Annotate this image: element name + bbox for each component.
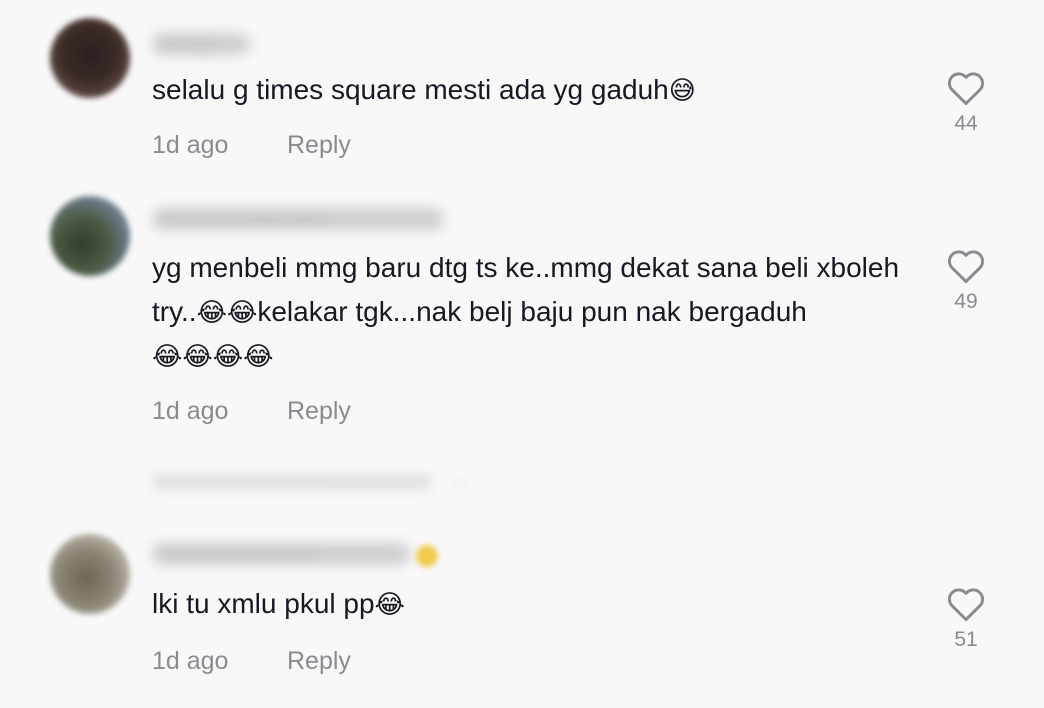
- avatar[interactable]: [50, 196, 130, 276]
- username[interactable]: bongy: [152, 33, 250, 55]
- comment-text: yg menbeli mmg baru dtg ts ke..mmg dekat…: [152, 246, 912, 378]
- like-count: 49: [954, 290, 978, 313]
- timestamp: 1d ago: [152, 131, 229, 159]
- comments-panel: bongy selalu g times square mesti ada yg…: [0, 0, 1044, 708]
- reply-button[interactable]: Reply: [287, 131, 351, 160]
- username-emoji-icon: [416, 545, 438, 567]
- timestamp: 1d ago: [152, 647, 229, 675]
- timestamp: 1d ago: [152, 397, 229, 425]
- like-control[interactable]: 51: [944, 586, 988, 652]
- avatar[interactable]: [50, 534, 130, 614]
- like-control[interactable]: 44: [944, 70, 988, 136]
- comment-text: selalu g times square mesti ada yg gaduh…: [152, 68, 912, 112]
- comment-meta: 1d ago Reply: [152, 397, 351, 426]
- comment-text-body: kelakar tgk...nak belj baju pun nak berg…: [257, 296, 807, 327]
- reply-button[interactable]: Reply: [287, 397, 351, 426]
- comment-text-body: selalu g times square mesti ada yg gaduh: [152, 74, 669, 105]
- heart-outline-icon[interactable]: [946, 586, 986, 622]
- sweat-smile-emoji-icon: 😅: [668, 75, 696, 105]
- avatar[interactable]: [50, 18, 130, 98]
- chevron-down-icon: ⌄: [452, 470, 468, 490]
- view-more-replies-label: View more replies (26): [156, 470, 326, 489]
- tears-of-joy-emoji-icon: 😂😂: [196, 297, 258, 327]
- username[interactable]: imamnuraliahalini: [152, 208, 444, 230]
- like-control[interactable]: 49: [944, 248, 988, 314]
- username[interactable]: f.azniwazirizwan: [152, 543, 410, 565]
- comment-meta: 1d ago Reply: [152, 131, 351, 160]
- heart-outline-icon[interactable]: [946, 70, 986, 106]
- view-more-replies-button[interactable]: View more replies (26) ⌄: [152, 470, 472, 496]
- tears-of-joy-emoji-icon: 😂: [374, 589, 405, 619]
- comment-meta: 1d ago Reply: [152, 647, 351, 676]
- comment-text: lki tu xmlu pkul pp😂: [152, 582, 912, 626]
- like-count: 44: [954, 112, 978, 135]
- tears-of-joy-emoji-icon: 😂😂😂😂: [152, 341, 274, 371]
- like-count: 51: [954, 628, 978, 651]
- reply-button[interactable]: Reply: [287, 647, 351, 676]
- heart-outline-icon[interactable]: [946, 248, 986, 284]
- comment-text-body: lki tu xmlu pkul pp: [152, 588, 375, 619]
